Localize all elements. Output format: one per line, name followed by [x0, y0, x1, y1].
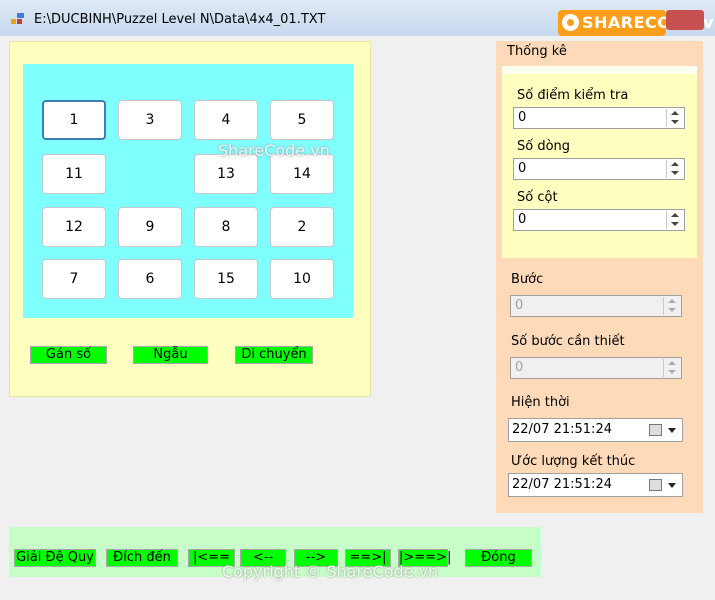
- puzzle-tile[interactable]: 1: [42, 100, 106, 140]
- spinner-arrows-icon: [663, 359, 680, 377]
- puzzle-tile[interactable]: 15: [194, 259, 258, 299]
- spinner-arrows-icon: [663, 297, 680, 315]
- assign-numbers-button[interactable]: Gán số: [30, 346, 107, 364]
- current-time-picker[interactable]: 22/07 21:51:24: [508, 418, 683, 442]
- spinner-arrows-icon[interactable]: [666, 211, 683, 229]
- puzzle-tile[interactable]: 4: [194, 100, 258, 140]
- move-button[interactable]: Di chuyển: [235, 346, 313, 364]
- spinner-arrows-icon[interactable]: [666, 160, 683, 178]
- needed-steps-input: 0: [510, 357, 682, 379]
- goal-button[interactable]: Đích đến: [106, 549, 178, 567]
- calendar-icon[interactable]: [649, 424, 662, 436]
- estimated-end-picker[interactable]: 22/07 21:51:24: [508, 473, 683, 497]
- statistics-title: Thống kê: [507, 44, 567, 59]
- check-points-input[interactable]: 0: [513, 107, 685, 129]
- puzzle-tile[interactable]: 2: [270, 207, 334, 247]
- needed-steps-label: Số bước cần thiết: [511, 334, 625, 349]
- title-bar: E:\DUCBINH\Puzzel Level N\Data\4x4_01.TX…: [0, 0, 715, 36]
- puzzle-tile[interactable]: 12: [42, 207, 106, 247]
- window-title: E:\DUCBINH\Puzzel Level N\Data\4x4_01.TX…: [34, 12, 326, 27]
- watermark-copyright: Copyright © ShareCode.vn: [222, 562, 439, 581]
- estimated-end-label: Ước lượng kết thúc: [511, 454, 636, 469]
- puzzle-tile[interactable]: 6: [118, 259, 182, 299]
- puzzle-tile[interactable]: 13: [194, 154, 258, 194]
- check-points-label: Số điểm kiểm tra: [517, 88, 629, 103]
- chevron-down-icon[interactable]: [668, 428, 676, 433]
- puzzle-tile[interactable]: 11: [42, 154, 106, 194]
- solve-recursive-button[interactable]: Giải Đệ Quy: [14, 549, 96, 567]
- close-button[interactable]: Đóng: [465, 549, 532, 567]
- sharecode-logo: SHARECODE.vn: [558, 10, 715, 36]
- puzzle-tile[interactable]: 14: [270, 154, 334, 194]
- columns-input[interactable]: 0: [513, 209, 685, 231]
- puzzle-tile[interactable]: 10: [270, 259, 334, 299]
- close-window-button[interactable]: [666, 10, 704, 30]
- puzzle-tile[interactable]: 3: [118, 100, 182, 140]
- columns-label: Số cột: [517, 190, 558, 205]
- puzzle-tile[interactable]: 8: [194, 207, 258, 247]
- shuffle-button[interactable]: Ngẫu: [133, 346, 208, 364]
- rows-label: Số dòng: [517, 139, 571, 154]
- step-label: Bước: [511, 272, 544, 287]
- rows-input[interactable]: 0: [513, 158, 685, 180]
- current-time-label: Hiện thời: [511, 395, 570, 410]
- step-input: 0: [510, 295, 682, 317]
- puzzle-tile[interactable]: 9: [118, 207, 182, 247]
- spinner-arrows-icon[interactable]: [666, 109, 683, 127]
- puzzle-tile[interactable]: 5: [270, 100, 334, 140]
- app-icon: [11, 13, 24, 24]
- puzzle-tile[interactable]: 7: [42, 259, 106, 299]
- chevron-down-icon[interactable]: [668, 483, 676, 488]
- watermark-center: ShareCode.vn: [218, 141, 330, 160]
- calendar-icon[interactable]: [649, 479, 662, 491]
